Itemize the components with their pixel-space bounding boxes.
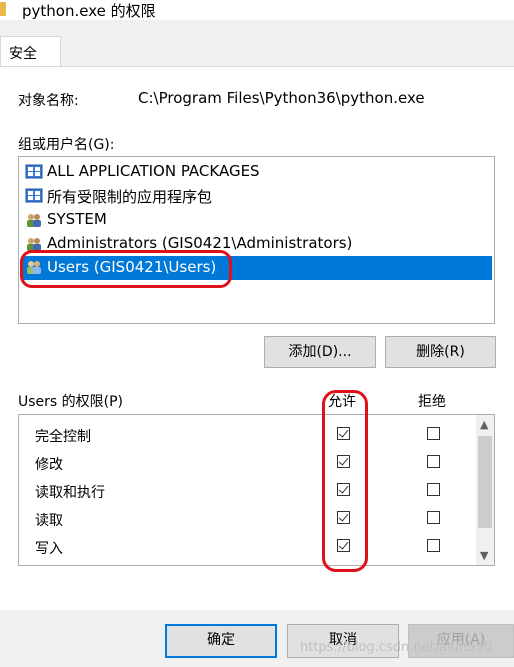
list-item-label: SYSTEM [47, 210, 107, 228]
deny-checkbox[interactable] [427, 539, 440, 552]
users-group-icon [27, 214, 41, 227]
app-packages-icon [25, 188, 43, 203]
object-name-label: 对象名称: [18, 93, 79, 109]
permission-name: 读取和执行 [35, 485, 105, 501]
app-packages-icon [25, 164, 43, 179]
folder-icon [0, 2, 6, 16]
deny-checkbox[interactable] [427, 427, 440, 440]
list-item-label: 所有受限制的应用程序包 [47, 188, 213, 206]
deny-checkbox[interactable] [427, 483, 440, 496]
permission-name: 完全控制 [35, 429, 91, 445]
tab-security[interactable]: 安全 [0, 36, 61, 67]
watermark: https://blog.csdn.net/alun550 [300, 640, 492, 655]
groups-label: 组或用户名(G): [18, 137, 115, 153]
title-bar: python.exe 的权限 [0, 0, 514, 20]
object-name-value: C:\Program Files\Python36\python.exe [138, 89, 425, 107]
permission-name: 写入 [35, 541, 63, 557]
deny-checkbox[interactable] [427, 455, 440, 468]
remove-button[interactable]: 删除(R) [385, 336, 496, 368]
list-item-label: ALL APPLICATION PACKAGES [47, 162, 260, 180]
deny-header: 拒绝 [418, 394, 446, 410]
permission-name: 读取 [35, 513, 63, 529]
scrollbar-thumb[interactable] [478, 436, 492, 528]
tab-security-label: 安全 [9, 46, 37, 62]
add-button[interactable]: 添加(D)... [264, 336, 376, 368]
scroll-up-icon[interactable]: ▲ [480, 418, 488, 431]
permission-name: 修改 [35, 457, 63, 473]
list-item[interactable]: SYSTEM [23, 209, 492, 231]
ok-button[interactable]: 确定 [165, 624, 277, 658]
list-item[interactable]: 所有受限制的应用程序包 [23, 185, 492, 207]
annotation-highlight-user [20, 250, 232, 288]
scroll-down-icon[interactable]: ▼ [480, 549, 488, 562]
window-title: python.exe 的权限 [22, 2, 156, 20]
list-item[interactable]: ALL APPLICATION PACKAGES [23, 161, 492, 183]
deny-checkbox[interactable] [427, 511, 440, 524]
tab-strip [0, 20, 514, 67]
permissions-list: 完全控制 修改 读取和执行 读取 写入 [18, 414, 495, 566]
groups-listbox[interactable]: ALL APPLICATION PACKAGES 所有受限制的应用程序包 SYS… [18, 156, 495, 324]
annotation-highlight-allow [322, 390, 368, 572]
permissions-label: Users 的权限(P) [18, 394, 124, 410]
